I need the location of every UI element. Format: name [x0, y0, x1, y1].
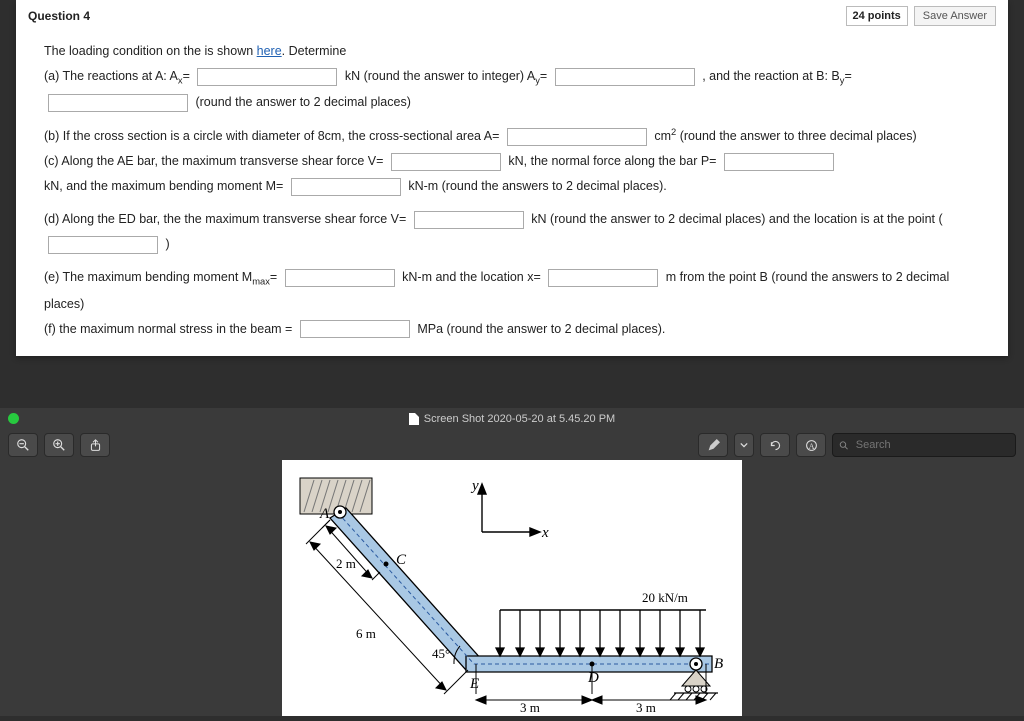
part-b: (b) If the cross section is a circle wit… [44, 123, 980, 149]
question-header: Question 4 24 points Save Answer [16, 0, 1008, 31]
search-box[interactable] [832, 433, 1016, 457]
chevron-down-icon [740, 441, 748, 449]
save-answer-button[interactable]: Save Answer [914, 6, 996, 26]
info-button[interactable]: A [796, 433, 826, 457]
viewer-titlebar: Screen Shot 2020-05-20 at 5.45.20 PM [0, 408, 1024, 430]
input-c-p[interactable] [724, 153, 834, 171]
info-icon: A [805, 439, 818, 452]
input-mmax[interactable] [285, 269, 395, 287]
input-c-v[interactable] [391, 153, 501, 171]
input-d-v[interactable] [414, 211, 524, 229]
share-icon [89, 439, 102, 452]
here-link[interactable]: here [257, 44, 282, 58]
label-x: x [541, 525, 549, 541]
label-2m: 2 m [336, 556, 356, 571]
zoom-out-button[interactable] [8, 433, 38, 457]
input-area[interactable] [507, 128, 647, 146]
input-stress[interactable] [300, 320, 410, 338]
label-C: C [396, 552, 407, 568]
document-icon [409, 413, 419, 425]
pencil-icon [707, 439, 720, 452]
points-badge: 24 points [846, 6, 908, 26]
viewer-title: Screen Shot 2020-05-20 at 5.45.20 PM [424, 413, 615, 425]
label-3m-a: 3 m [520, 700, 540, 715]
rotate-button[interactable] [760, 433, 790, 457]
label-6m: 6 m [356, 626, 376, 641]
markup-button[interactable] [698, 433, 728, 457]
markup-dropdown[interactable] [734, 433, 754, 457]
input-by[interactable] [48, 94, 188, 112]
zoom-in-button[interactable] [44, 433, 74, 457]
label-B: B [714, 656, 723, 672]
viewer-canvas: A C E D [0, 460, 1024, 716]
part-e: (e) The maximum bending moment Mmax= kN-… [44, 265, 980, 316]
zoom-out-icon [16, 438, 30, 452]
input-e-x[interactable] [548, 269, 658, 287]
zoom-in-icon [52, 438, 66, 452]
label-D: D [587, 670, 599, 686]
image-viewer-window: Screen Shot 2020-05-20 at 5.45.20 PM A [0, 408, 1024, 716]
label-3m-b: 3 m [636, 700, 656, 715]
header-right: 24 points Save Answer [846, 6, 997, 26]
rotate-icon [769, 439, 782, 452]
label-y: y [470, 478, 479, 494]
svg-text:A: A [808, 441, 814, 450]
label-A: A [319, 506, 330, 522]
label-E: E [469, 676, 479, 692]
part-c: (c) Along the AE bar, the maximum transv… [44, 149, 980, 199]
part-a: (a) The reactions at A: Ax= kN (round th… [44, 64, 980, 115]
search-input[interactable] [854, 438, 1009, 452]
search-icon [839, 440, 849, 451]
input-ay[interactable] [555, 68, 695, 86]
input-c-m[interactable] [291, 178, 401, 196]
input-ax[interactable] [197, 68, 337, 86]
label-angle: 45° [432, 646, 450, 661]
label-load: 20 kN/m [642, 590, 688, 605]
viewer-toolbar: A [0, 430, 1024, 460]
question-number: Question 4 [28, 9, 90, 23]
input-d-point[interactable] [48, 236, 158, 254]
share-button[interactable] [80, 433, 110, 457]
question-body: The loading condition on the is shown he… [16, 31, 1008, 356]
part-f: (f) the maximum normal stress in the bea… [44, 317, 980, 342]
traffic-green[interactable] [8, 413, 19, 424]
beam-diagram: A C E D [282, 460, 742, 716]
part-d: (d) Along the ED bar, the the maximum tr… [44, 207, 980, 257]
question-card: Question 4 24 points Save Answer The loa… [16, 0, 1008, 356]
window-traffic-lights[interactable] [8, 413, 19, 424]
question-intro: The loading condition on the is shown he… [44, 39, 980, 64]
